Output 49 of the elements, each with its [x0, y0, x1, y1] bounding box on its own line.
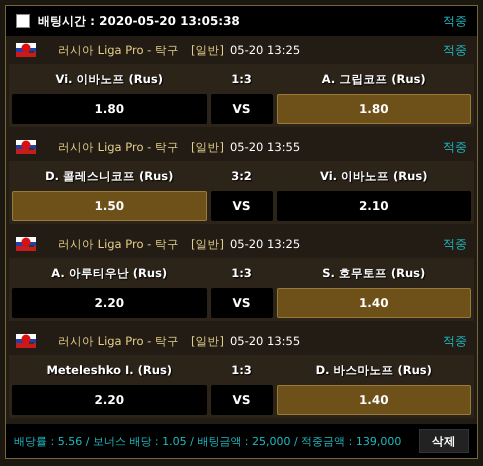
- checkbox[interactable]: [16, 14, 30, 28]
- home-odds-button[interactable]: 2.20: [12, 288, 206, 318]
- home-team: D. 콜레스니코프 (Rus): [44, 168, 174, 184]
- league-name: 러시아 Liga Pro - 탁구: [58, 140, 179, 154]
- vs-label: VS: [210, 288, 272, 318]
- home-odds-button[interactable]: 1.50: [12, 191, 206, 221]
- bet-type: [일반]: [190, 236, 224, 252]
- flag-paddle-icon: [16, 140, 36, 154]
- flag-paddle-icon: [16, 43, 36, 57]
- result-label: 적중: [443, 138, 467, 156]
- away-odds-button[interactable]: 1.80: [276, 94, 471, 124]
- bet-type: [일반]: [190, 140, 224, 154]
- score: 3:2: [230, 169, 253, 183]
- away-team: A. 그립코프 (Rus): [320, 72, 427, 86]
- bet-summary: 배당률 : 5.56 / 보너스 배당 : 1.05 / 배팅금액 : 25,000 / 적중금액 : 139,000: [14, 434, 402, 448]
- result-label: 적중: [443, 236, 467, 252]
- match-time: 05-20 13:55: [230, 140, 302, 154]
- result-label: 적중: [443, 332, 467, 350]
- away-odds-button[interactable]: 1.40: [276, 385, 471, 415]
- home-odds-button[interactable]: 1.80: [12, 94, 206, 124]
- home-odds-button[interactable]: 2.20: [12, 385, 206, 415]
- league-name: 러시아 Liga Pro - 탁구: [58, 334, 179, 348]
- home-team: Meteleshko I. (Rus): [45, 363, 174, 377]
- away-team: S. 호무토프 (Rus): [321, 266, 426, 280]
- result-label: 적중: [443, 42, 467, 58]
- score: 1:3: [230, 266, 253, 280]
- vs-label: VS: [210, 94, 272, 124]
- bet-type: [일반]: [190, 42, 224, 58]
- score: 1:3: [230, 72, 253, 86]
- vs-label: VS: [210, 385, 272, 415]
- match-time: 05-20 13:25: [230, 43, 302, 57]
- away-odds-button[interactable]: 2.10: [276, 191, 471, 221]
- away-team: Vi. 이바노프 (Rus): [319, 168, 428, 184]
- delete-button[interactable]: 삭제: [419, 429, 469, 453]
- league-name: 러시아 Liga Pro - 탁구: [58, 42, 179, 58]
- bet-type: [일반]: [190, 334, 224, 348]
- match-time: 05-20 13:25: [230, 237, 302, 251]
- league-name: 러시아 Liga Pro - 탁구: [58, 236, 179, 252]
- home-team: A. 아루티우난 (Rus): [50, 266, 168, 280]
- score: 1:3: [230, 363, 253, 377]
- result-label: 적중: [443, 12, 467, 30]
- bet-time: 배팅시간 : 2020-05-20 13:05:38: [38, 12, 241, 30]
- away-team: D. 바스마노프 (Rus): [314, 362, 433, 378]
- match-time: 05-20 13:55: [230, 334, 302, 348]
- flag-paddle-icon: [16, 334, 36, 348]
- away-odds-button[interactable]: 1.40: [276, 288, 471, 318]
- vs-label: VS: [210, 191, 272, 221]
- flag-paddle-icon: [16, 237, 36, 251]
- home-team: Vi. 이바노프 (Rus): [54, 72, 164, 86]
